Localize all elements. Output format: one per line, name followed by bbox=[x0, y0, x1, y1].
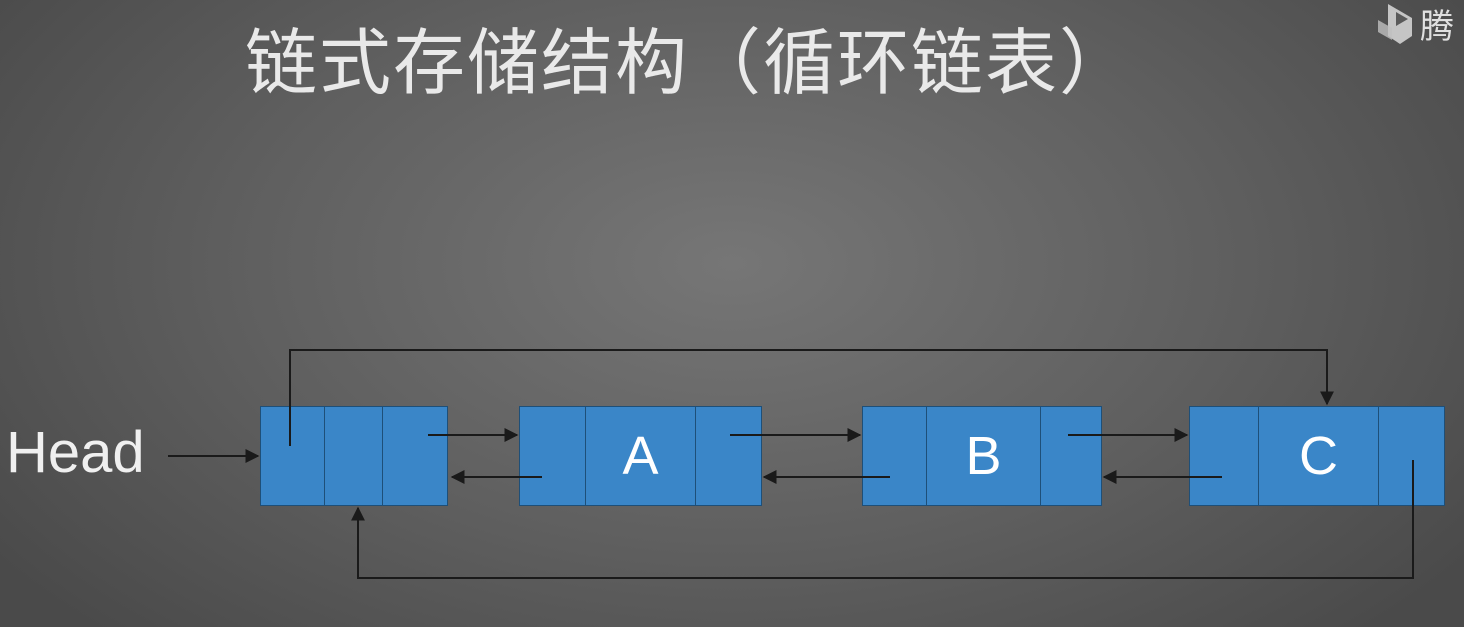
node-b-next-cell bbox=[1041, 407, 1101, 505]
head-node-next-cell bbox=[383, 407, 447, 505]
node-a-next-cell bbox=[696, 407, 761, 505]
head-node-prev-cell bbox=[261, 407, 325, 505]
node-b: B bbox=[862, 406, 1102, 506]
node-c-next-cell bbox=[1379, 407, 1444, 505]
node-b-data-cell: B bbox=[927, 407, 1041, 505]
node-c-prev-cell bbox=[1190, 407, 1259, 505]
head-node-data-cell bbox=[325, 407, 383, 505]
head-label: Head bbox=[6, 420, 145, 485]
slide: 链式存储结构（循环链表） 腾 Head A B C bbox=[0, 0, 1464, 627]
node-c-data-cell: C bbox=[1259, 407, 1379, 505]
logo-text: 腾 bbox=[1420, 7, 1454, 47]
head-node bbox=[260, 406, 448, 506]
node-a-prev-cell bbox=[520, 407, 586, 505]
node-b-prev-cell bbox=[863, 407, 927, 505]
slide-title: 链式存储结构（循环链表） bbox=[245, 21, 1134, 105]
tencent-video-logo-icon: 腾 bbox=[1368, 0, 1464, 48]
node-c: C bbox=[1189, 406, 1445, 506]
node-a-data-cell: A bbox=[586, 407, 696, 505]
node-a: A bbox=[519, 406, 762, 506]
